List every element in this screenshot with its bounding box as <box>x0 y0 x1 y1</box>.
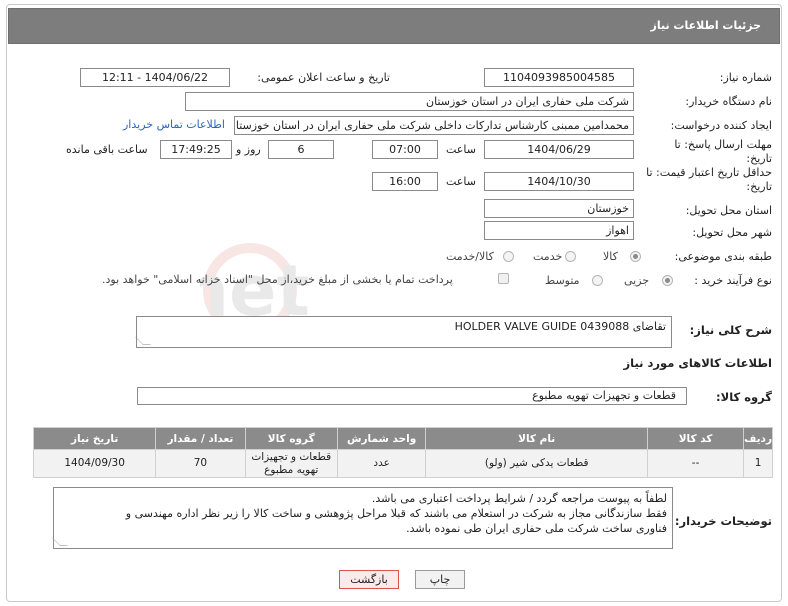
category-radio-service[interactable] <box>565 251 576 262</box>
description-label: شرح کلی نیاز: <box>689 323 772 337</box>
deadline-hour-label: ساعت <box>446 143 476 156</box>
remaining-time-field: 17:49:25 <box>160 140 232 159</box>
need-number-label: شماره نیاز: <box>719 71 772 84</box>
category-radio-both[interactable] <box>503 251 514 262</box>
col-name: نام کالا <box>425 427 649 450</box>
buyer-notes-textarea: لطفاً به پیوست مراجعه گردد / شرایط پرداخ… <box>52 487 673 549</box>
province-field: خوزستان <box>484 199 634 218</box>
resize-handle-icon[interactable] <box>52 538 68 546</box>
col-quantity: تعداد / مقدار <box>155 427 246 450</box>
table-header-row: ردیف کد کالا نام کالا واحد شمارش گروه کا… <box>32 427 773 450</box>
cell-index: 1 <box>743 449 773 478</box>
back-button[interactable]: بازگشت <box>339 570 399 589</box>
treasury-payment-checkbox[interactable] <box>498 273 509 284</box>
price-validity-time-field: 16:00 <box>372 172 438 191</box>
city-field: اهواز <box>484 221 634 240</box>
deadline-label: مهلت ارسال پاسخ: تا تاریخ: <box>674 138 772 165</box>
buyer-notes-line3: فناوری ساخت شرکت ملی حفاری ایران طی نمود… <box>406 522 667 535</box>
print-button[interactable]: چاپ <box>415 570 465 589</box>
cell-group-line1: قطعات و تجهیزات <box>251 450 332 463</box>
category-option-goods: کالا <box>603 250 618 263</box>
process-label: نوع فرآیند خرید : <box>694 274 772 287</box>
buyer-field: شرکت ملی حفاری ایران در استان خوزستان <box>185 92 634 111</box>
cell-code: -- <box>647 449 745 478</box>
col-index: ردیف <box>743 427 773 450</box>
process-radio-medium[interactable] <box>592 275 603 286</box>
description-text: تقاضای HOLDER VALVE GUIDE 0439088 <box>454 320 666 333</box>
need-number-field: 1104093985004585 <box>484 68 634 87</box>
description-textarea: تقاضای HOLDER VALVE GUIDE 0439088 <box>135 316 672 348</box>
goods-section-title: اطلاعات کالاهای مورد نیاز <box>623 356 772 370</box>
category-option-both: کالا/خدمت <box>446 250 494 263</box>
deadline-time-field: 07:00 <box>372 140 438 159</box>
province-label: استان محل تحویل: <box>685 204 772 217</box>
category-option-service: خدمت <box>533 250 563 263</box>
deadline-date-field: 1404/06/29 <box>484 140 634 159</box>
cell-name: قطعات یدکی شیر (ولو) <box>425 449 649 478</box>
col-unit: واحد شمارش <box>336 427 427 450</box>
buyer-label: نام دستگاه خریدار: <box>685 95 772 108</box>
process-option-minor: جزیی <box>624 274 650 287</box>
days-field: 6 <box>268 140 334 159</box>
buyer-notes-label: توضیحات خریدار: <box>674 514 772 528</box>
buyer-notes-line2: فقط سازندگانی مجاز به شرکت در استعلام می… <box>125 507 667 520</box>
announce-field: 1404/06/22 - 12:11 <box>80 68 230 87</box>
table-row[interactable]: 1 -- قطعات یدکی شیر (ولو) عدد قطعات و تج… <box>32 449 773 478</box>
process-option-medium: متوسط <box>545 274 580 287</box>
goods-group-field: قطعات و تجهیزات تهویه مطبوع <box>137 387 687 405</box>
category-label: طبقه بندی موضوعی: <box>674 250 772 263</box>
cell-date: 1404/09/30 <box>32 449 157 478</box>
cell-quantity: 70 <box>155 449 246 478</box>
goods-table: ردیف کد کالا نام کالا واحد شمارش گروه کا… <box>32 427 773 478</box>
treasury-payment-note: پرداخت تمام یا بخشی از مبلغ خرید،از محل … <box>102 273 453 286</box>
price-validity-date-field: 1404/10/30 <box>484 172 634 191</box>
goods-group-label: گروه کالا: <box>716 390 772 404</box>
cell-group: قطعات و تجهیزات تهویه مطبوع <box>244 449 338 478</box>
city-label: شهر محل تحویل: <box>692 226 772 239</box>
creator-field: محمدامین ممبنی کارشناس تدارکات داخلی شرک… <box>234 116 634 135</box>
announce-label: تاریخ و ساعت اعلان عمومی: <box>257 71 390 84</box>
buyer-contact-link[interactable]: اطلاعات تماس خریدار <box>123 118 225 131</box>
resize-handle-icon[interactable] <box>135 337 151 345</box>
cell-group-line2: تهویه مطبوع <box>264 463 319 476</box>
cell-unit: عدد <box>336 449 427 478</box>
creator-label: ایجاد کننده درخواست: <box>670 119 772 132</box>
price-validity-label: حداقل تاریخ اعتبار قیمت: تا تاریخ: <box>646 166 772 193</box>
category-radio-goods[interactable] <box>630 251 641 262</box>
panel-header: جزئیات اطلاعات نیاز <box>8 8 780 44</box>
days-label: روز و <box>236 143 261 156</box>
price-validity-hour-label: ساعت <box>446 175 476 188</box>
col-code: کد کالا <box>647 427 745 450</box>
col-date: تاریخ نیاز <box>32 427 157 450</box>
col-group: گروه کالا <box>244 427 338 450</box>
page-title: جزئیات اطلاعات نیاز <box>650 19 762 32</box>
remaining-label: ساعت باقی مانده <box>66 143 148 156</box>
buyer-notes-line1: لطفاً به پیوست مراجعه گردد / شرایط پرداخ… <box>371 492 667 505</box>
process-radio-minor[interactable] <box>662 275 673 286</box>
